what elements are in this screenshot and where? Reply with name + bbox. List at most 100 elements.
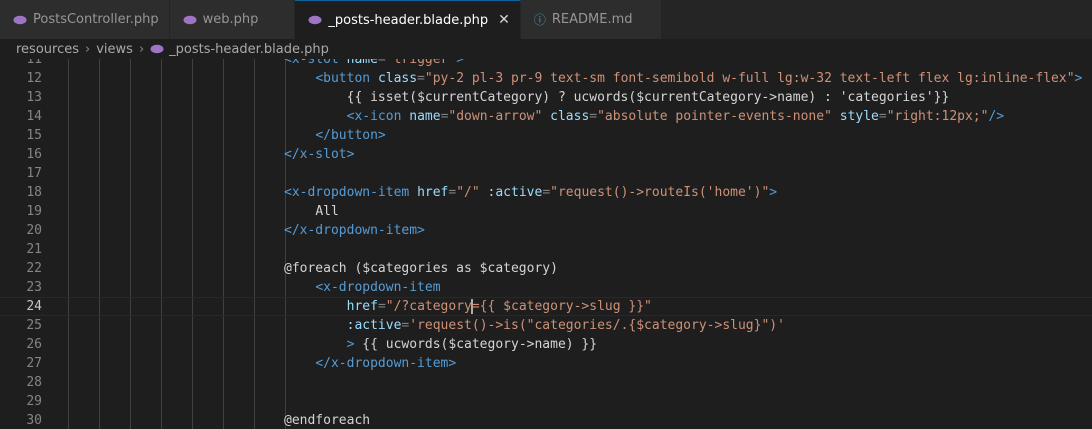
line-number: 15 xyxy=(26,128,42,143)
line-number: 11 xyxy=(26,59,42,67)
code-token: > xyxy=(769,185,778,200)
code-token: href xyxy=(346,299,378,314)
breadcrumb-item[interactable]: _posts-header.blade.php xyxy=(169,42,329,57)
code-text: </x-dropdown-item> xyxy=(315,354,456,373)
line-number: 27 xyxy=(26,356,42,371)
code-line[interactable]: 15 </button> xyxy=(0,126,1092,145)
code-text: <x-dropdown-item href="/" :active="reque… xyxy=(284,183,777,202)
code-line[interactable]: 23 <x-dropdown-item xyxy=(0,278,1092,297)
code-line[interactable]: 13 {{ isset($currentCategory) ? ucwords($… xyxy=(0,88,1092,107)
line-number: 22 xyxy=(26,261,42,276)
code-line[interactable]: 26 > {{ ucwords($category->name) }} xyxy=(0,335,1092,354)
code-text: @foreach ($categories as $category) xyxy=(284,259,558,278)
code-token: {{ ucwords($category->name) }} xyxy=(362,337,598,352)
code-line[interactable]: 28 xyxy=(0,373,1092,392)
code-line[interactable]: 30 @endforeach xyxy=(0,411,1092,429)
code-token: </x-slot> xyxy=(284,147,355,162)
code-text: {{ isset($currentCategory) ? ucwords($cu… xyxy=(347,88,950,107)
line-number: 12 xyxy=(26,71,42,86)
code-line[interactable]: 16 </x-slot> xyxy=(0,145,1092,164)
code-line[interactable]: 22 @foreach ($categories as $category) xyxy=(0,259,1092,278)
code-token: = xyxy=(417,71,425,86)
code-token: {{ isset($currentCategory) ? ucwords($cu… xyxy=(346,90,950,105)
code-token: <x-slot xyxy=(284,59,347,67)
code-token: "/" xyxy=(456,185,488,200)
code-token: @foreach ($categories as $category) xyxy=(284,261,558,276)
line-number: 18 xyxy=(26,185,42,200)
code-token: > xyxy=(456,59,465,67)
code-text: All xyxy=(315,202,338,221)
code-token: <x-dropdown-item xyxy=(315,280,441,295)
code-token: "request()->routeIs('home')" xyxy=(550,185,770,200)
code-token: ={{ $category->slug }}" xyxy=(471,299,652,314)
code-token: > xyxy=(346,337,363,352)
code-token: <x-dropdown-item xyxy=(284,185,418,200)
code-line[interactable]: 25 :active='request()->is("categories/.{$… xyxy=(0,316,1092,335)
code-text: <x-dropdown-item xyxy=(315,278,440,297)
code-token: = xyxy=(878,109,887,124)
code-line[interactable]: 11 <x-slot name="trigger"> xyxy=(0,59,1092,69)
breadcrumb-item[interactable]: resources xyxy=(16,42,79,57)
code-text: <x-icon name="down-arrow" class="absolut… xyxy=(347,107,1005,126)
code-token: name xyxy=(346,59,378,67)
code-line[interactable]: 14 <x-icon name="down-arrow" class="absol… xyxy=(0,107,1092,126)
code-token: name xyxy=(409,109,441,124)
code-line[interactable]: 21 xyxy=(0,240,1092,259)
close-icon[interactable]: ✕ xyxy=(498,12,510,28)
line-number: 16 xyxy=(26,147,42,162)
tab-readme[interactable]: ⓘ README.md xyxy=(520,0,662,39)
line-number: 21 xyxy=(26,242,42,257)
line-number: 28 xyxy=(26,375,42,390)
tab-label: PostsController.php xyxy=(33,12,159,27)
code-text: > {{ ucwords($category->name) }} xyxy=(347,335,597,354)
tab-bar: PostsController.php web.php _posts-heade… xyxy=(0,0,1092,39)
code-token: All xyxy=(315,204,339,219)
code-line[interactable]: 29 xyxy=(0,392,1092,411)
chevron-right-icon: › xyxy=(138,41,145,57)
breadcrumb-item[interactable]: views xyxy=(96,42,133,57)
code-token: "absolute pointer-events-none" xyxy=(597,109,840,124)
code-token: "py-2 pl-3 pr-9 text-sm font-semibold w-… xyxy=(424,71,1075,86)
code-token: 'request()->is("categories/.{$category->… xyxy=(409,318,785,333)
code-token: <x-icon xyxy=(346,109,410,124)
code-text: @endforeach xyxy=(284,411,370,429)
line-number: 17 xyxy=(26,166,42,181)
tab-web[interactable]: web.php xyxy=(169,0,296,39)
code-token: @endforeach xyxy=(284,413,371,428)
code-token: "/?category xyxy=(385,299,472,314)
code-text: :active='request()->is("categories/.{$ca… xyxy=(347,316,785,335)
php-icon xyxy=(183,15,197,25)
code-token: class xyxy=(377,71,418,86)
tab-posts-controller[interactable]: PostsController.php xyxy=(0,0,170,39)
tab-label: web.php xyxy=(202,12,259,27)
line-number: 24 xyxy=(26,299,42,314)
line-number: 26 xyxy=(26,337,42,352)
tab-posts-header[interactable]: _posts-header.blade.php ✕ xyxy=(295,0,521,39)
code-text: </x-dropdown-item> xyxy=(284,221,425,240)
code-token: = xyxy=(377,59,386,67)
code-line[interactable]: 20 </x-dropdown-item> xyxy=(0,221,1092,240)
line-number: 25 xyxy=(26,318,42,333)
code-text: <button class="py-2 pl-3 pr-9 text-sm fo… xyxy=(315,69,1082,88)
php-icon xyxy=(13,15,27,25)
code-token: </x-dropdown-item> xyxy=(315,356,457,371)
code-editor[interactable]: 11 <x-slot name="trigger"> 12 <button class… xyxy=(0,59,1092,429)
line-number: 30 xyxy=(26,413,42,428)
code-line[interactable]: 24 href="/?category={{ $category->slug }}… xyxy=(0,297,1092,316)
code-token: class xyxy=(550,109,590,124)
code-line[interactable]: 27 </x-dropdown-item> xyxy=(0,354,1092,373)
tab-label: README.md xyxy=(551,12,633,27)
code-line[interactable]: 19 All xyxy=(0,202,1092,221)
code-token: "right:12px;" xyxy=(886,109,989,124)
code-line[interactable]: 17 xyxy=(0,164,1092,183)
line-number: 19 xyxy=(26,204,42,219)
code-text: </button> xyxy=(315,126,385,145)
info-icon: ⓘ xyxy=(533,13,546,27)
code-token: style xyxy=(839,109,879,124)
php-icon xyxy=(308,15,322,25)
code-text: href="/?category={{ $category->slug }}" xyxy=(347,298,652,315)
code-token: <button xyxy=(315,71,378,86)
code-line[interactable]: 12 <button class="py-2 pl-3 pr-9 text-sm … xyxy=(0,69,1092,88)
code-token: :active xyxy=(346,318,402,333)
code-line[interactable]: 18 <x-dropdown-item href="/" :active="req… xyxy=(0,183,1092,202)
